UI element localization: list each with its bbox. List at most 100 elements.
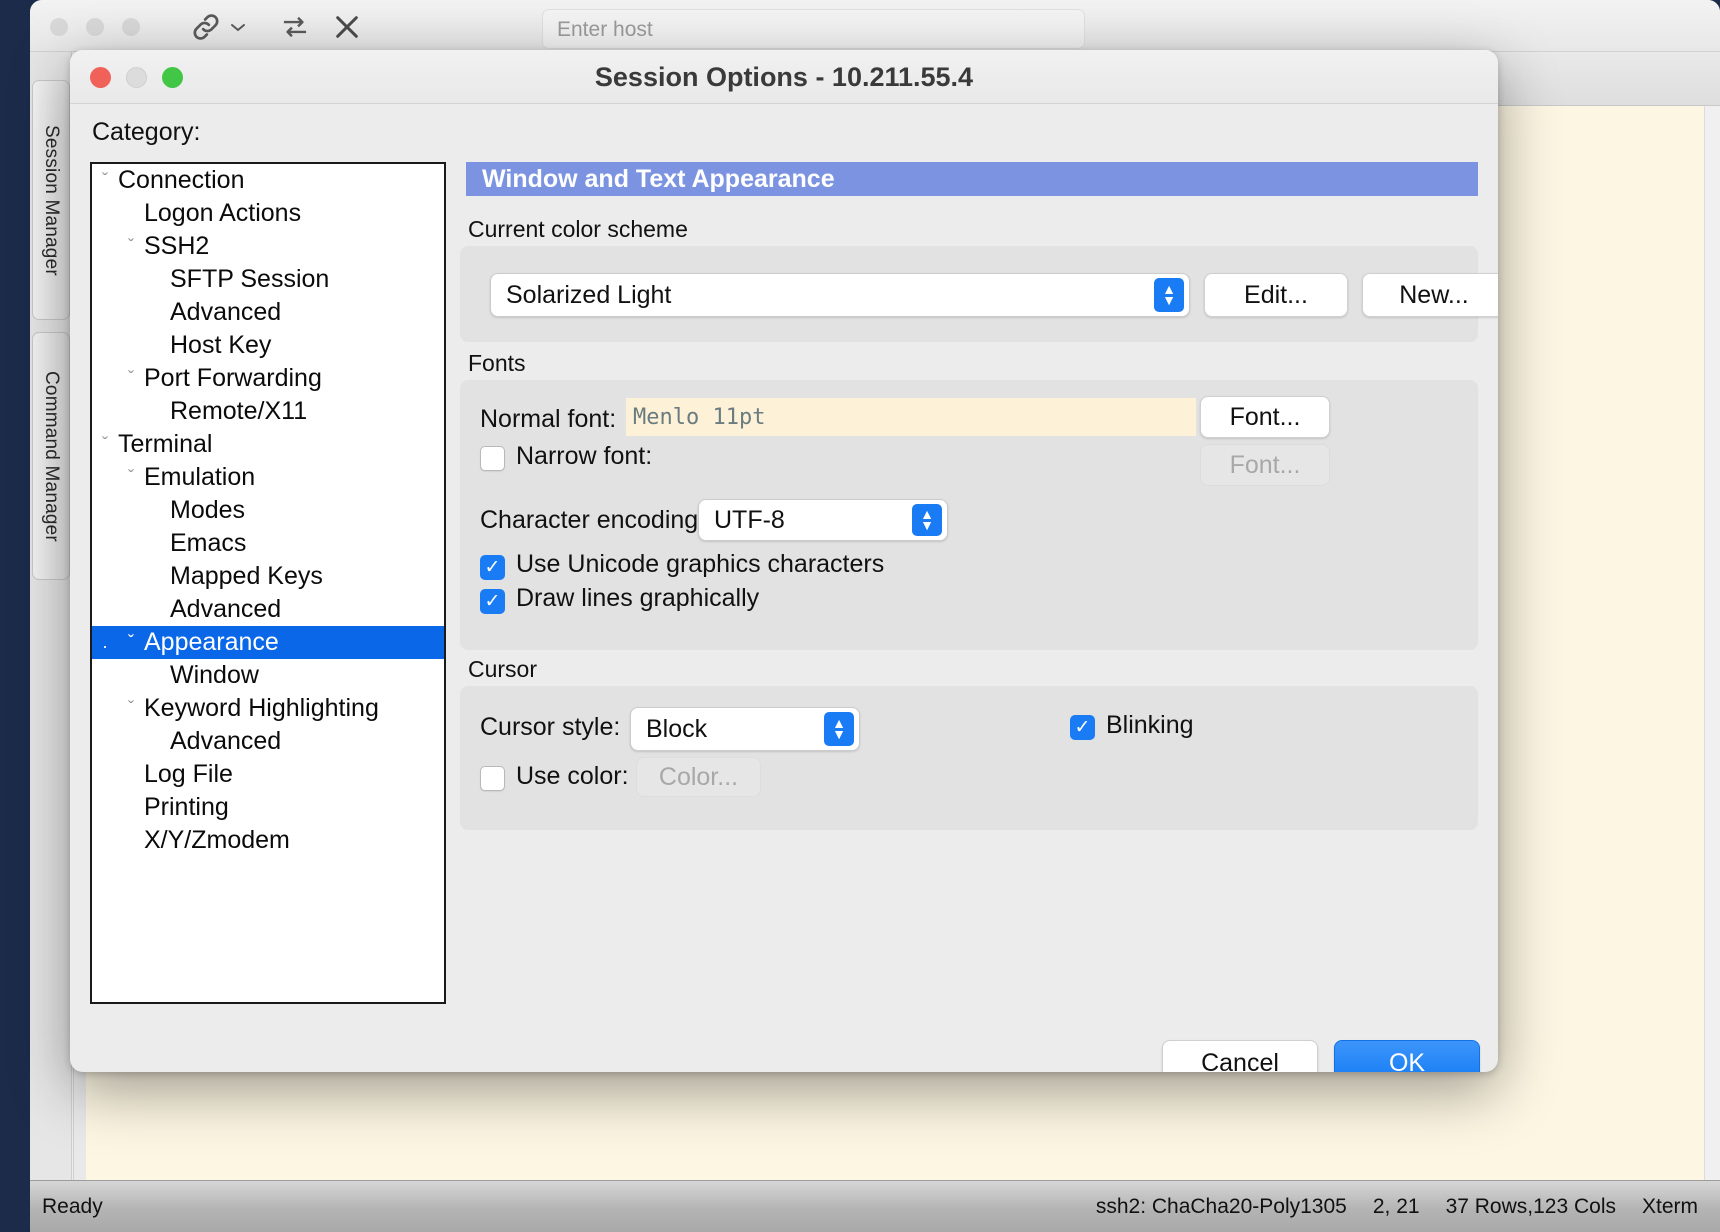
edit-scheme-button[interactable]: Edit... [1204,273,1348,317]
tree-indent: . [118,203,144,224]
normal-font-button[interactable]: Font... [1200,396,1330,438]
tree-item-terminal[interactable]: ˇTerminal [92,428,444,461]
use-unicode-graphics-checkbox[interactable]: ✓ [480,555,505,580]
sidebar-tab-command-manager[interactable]: Command Manager [32,332,70,580]
disconnect-icon[interactable] [328,10,366,44]
use-color-label: Use color: [516,762,629,791]
tree-indent: . [118,830,144,851]
tree-item-label: Emulation [144,463,255,492]
chevron-down-icon[interactable]: ˇ [118,368,144,389]
tree-item-x-y-zmodem[interactable]: ..X/Y/Zmodem [92,824,444,857]
normal-font-value: Menlo 11pt [626,398,1196,436]
chevron-updown-icon: ▲▼ [824,712,854,746]
tree-item-connection[interactable]: ˇConnection [92,164,444,197]
host-input[interactable]: Enter host [542,9,1085,49]
cursor-style-select[interactable]: Block ▲▼ [630,707,860,751]
color-scheme-select[interactable]: Solarized Light ▲▼ [490,273,1190,317]
window-maximize-button[interactable] [122,18,140,36]
tree-item-window[interactable]: ...Window [92,659,444,692]
terminal-scrollbar[interactable] [1704,106,1720,1180]
tree-item-port-forwarding[interactable]: .ˇPort Forwarding [92,362,444,395]
tree-indent: . [144,566,170,587]
tree-item-label: Port Forwarding [144,364,322,393]
tree-item-emulation[interactable]: .ˇEmulation [92,461,444,494]
draw-lines-graphically-label: Draw lines graphically [516,584,759,613]
tree-indent: . [118,731,144,752]
draw-lines-graphically-checkbox[interactable]: ✓ [480,589,505,614]
normal-font-label: Normal font: [480,405,616,434]
cursor-color-button: Color... [636,757,761,797]
chevron-down-icon[interactable]: ˇ [118,236,144,257]
narrow-font-label: Narrow font: [516,442,652,471]
blinking-checkbox[interactable]: ✓ [1070,715,1095,740]
tree-item-label: Host Key [170,331,271,360]
blinking-label: Blinking [1106,711,1194,740]
tree-indent: . [118,599,144,620]
side-tab-rail: Session Manager Command Manager [30,52,72,1180]
sidebar-tab-session-manager[interactable]: Session Manager [32,80,70,320]
chevron-down-icon[interactable]: ˇ [118,698,144,719]
tree-item-sftp-session[interactable]: ...SFTP Session [92,263,444,296]
new-scheme-button[interactable]: New... [1362,273,1498,317]
status-terminal-size: 37 Rows,123 Cols [1446,1195,1616,1219]
window-minimize-button[interactable] [86,18,104,36]
window-close-button[interactable] [50,18,68,36]
tree-item-advanced[interactable]: ...Advanced [92,296,444,329]
tree-indent: . [92,236,118,257]
cancel-button[interactable]: Cancel [1162,1040,1318,1072]
use-color-checkbox[interactable] [480,766,505,791]
tree-indent: . [92,533,118,554]
tree-indent: . [92,830,118,851]
tree-item-label: Connection [118,166,244,195]
character-encoding-label: Character encoding: [480,506,705,535]
tree-item-label: Advanced [170,595,281,624]
tree-item-keyword-highlighting[interactable]: .ˇKeyword Highlighting [92,692,444,725]
tree-indent: . [92,500,118,521]
reconnect-icon[interactable] [276,10,314,44]
tree-item-advanced[interactable]: ...Advanced [92,725,444,758]
tree-item-label: Appearance [144,628,279,657]
tree-indent: . [144,665,170,686]
chevron-down-icon[interactable]: ˇ [92,434,118,455]
link-icon[interactable] [188,10,224,44]
narrow-font-checkbox[interactable] [480,446,505,471]
tree-item-ssh2[interactable]: .ˇSSH2 [92,230,444,263]
chevron-updown-icon: ▲▼ [912,504,942,536]
category-label: Category: [92,118,200,147]
tree-item-advanced[interactable]: ...Advanced [92,593,444,626]
chevron-down-icon[interactable] [228,10,248,44]
tree-item-label: Emacs [170,529,246,558]
tree-indent: . [144,335,170,356]
character-encoding-select[interactable]: UTF-8 ▲▼ [698,499,948,541]
use-unicode-graphics-label: Use Unicode graphics characters [516,550,884,579]
ok-button[interactable]: OK [1334,1040,1480,1072]
tree-indent: . [144,302,170,323]
cursor-style-value: Block [646,715,707,744]
tree-item-appearance[interactable]: .ˇAppearance [92,626,444,659]
dialog-title: Session Options - 10.211.55.4 [70,62,1498,93]
tree-indent: . [144,599,170,620]
tree-item-remote-x11[interactable]: ...Remote/X11 [92,395,444,428]
tree-indent: . [92,731,118,752]
chevron-down-icon[interactable]: ˇ [118,632,144,653]
narrow-font-button: Font... [1200,444,1330,486]
tree-item-modes[interactable]: ...Modes [92,494,444,527]
tree-item-label: SSH2 [144,232,209,261]
tree-item-logon-actions[interactable]: ..Logon Actions [92,197,444,230]
tree-indent: . [92,368,118,389]
tree-item-emacs[interactable]: ...Emacs [92,527,444,560]
tree-indent: . [118,302,144,323]
tree-indent: . [144,500,170,521]
tree-indent: . [118,665,144,686]
tree-item-mapped-keys[interactable]: ...Mapped Keys [92,560,444,593]
tree-item-log-file[interactable]: ..Log File [92,758,444,791]
tree-indent: . [92,467,118,488]
category-tree[interactable]: ˇConnection..Logon Actions.ˇSSH2...SFTP … [90,162,446,1004]
tree-item-host-key[interactable]: ...Host Key [92,329,444,362]
tree-indent: . [144,401,170,422]
tree-item-label: Window [170,661,259,690]
chevron-down-icon[interactable]: ˇ [118,467,144,488]
tree-item-printing[interactable]: ..Printing [92,791,444,824]
cursor-style-label: Cursor style: [480,713,620,742]
chevron-down-icon[interactable]: ˇ [92,170,118,191]
